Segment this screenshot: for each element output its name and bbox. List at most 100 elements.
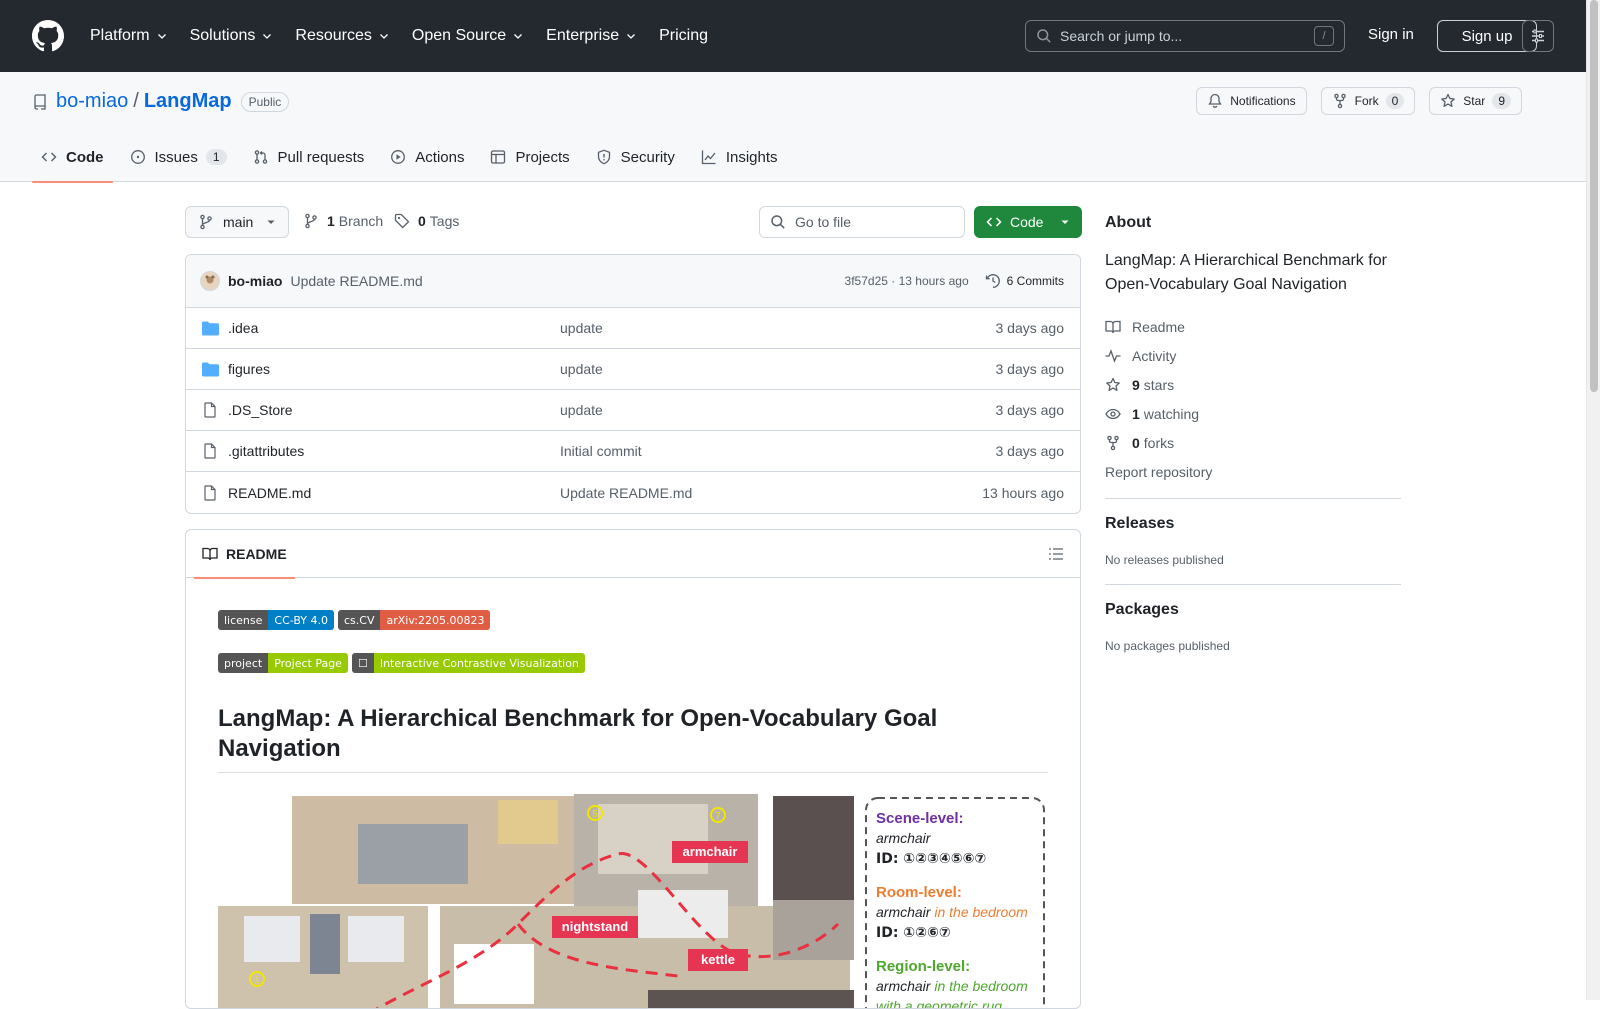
repo-owner-link[interactable]: bo-miao xyxy=(56,90,128,113)
stars-link[interactable]: 9 stars xyxy=(1105,370,1401,399)
settings-sliders-icon[interactable] xyxy=(1522,20,1554,52)
file-commit-message[interactable]: update xyxy=(560,320,603,336)
tab-code[interactable]: Code xyxy=(32,132,113,183)
tags-link[interactable]: 0 Tags xyxy=(394,213,459,229)
nav-platform[interactable]: Platform xyxy=(90,27,168,45)
badge-right: CC-BY 4.0 xyxy=(268,610,334,630)
badge-left: cs.CV xyxy=(338,610,381,630)
figure-marker: 7 xyxy=(715,811,721,822)
file-name-link[interactable]: .idea xyxy=(228,320,560,336)
star-icon xyxy=(1106,377,1120,391)
star-button[interactable]: Star 9 xyxy=(1429,87,1522,115)
report-repository-link[interactable]: Report repository xyxy=(1105,457,1401,486)
file-age: 3 days ago xyxy=(995,443,1065,459)
readme-link[interactable]: Readme xyxy=(1105,312,1401,341)
search-icon xyxy=(1037,29,1051,43)
go-to-file-input[interactable]: Go to file xyxy=(759,206,965,238)
notifications-button[interactable]: Notifications xyxy=(1196,87,1307,115)
commits-history-link[interactable]: 6 Commits xyxy=(985,273,1064,289)
figure-label: nightstand xyxy=(562,919,628,934)
fork-button[interactable]: Fork 0 xyxy=(1320,87,1416,115)
about-description: LangMap: A Hierarchical Benchmark for Op… xyxy=(1105,252,1387,293)
nav-open-source[interactable]: Open Source xyxy=(412,27,524,45)
nav-enterprise[interactable]: Enterprise xyxy=(546,27,637,45)
file-commit-message[interactable]: update xyxy=(560,402,603,418)
file-commit-message[interactable]: Initial commit xyxy=(560,443,642,459)
avatar[interactable] xyxy=(200,271,220,291)
table-row[interactable]: .DS_Store update 3 days ago xyxy=(186,390,1080,431)
readme-header: README xyxy=(186,530,1080,579)
chevron-down-icon xyxy=(627,34,636,39)
table-row[interactable]: README.md Update README.md 13 hours ago xyxy=(186,472,1080,513)
file-name-link[interactable]: README.md xyxy=(228,485,560,501)
table-row[interactable]: .idea update 3 days ago xyxy=(186,308,1080,349)
releases-heading[interactable]: Releases xyxy=(1105,515,1401,533)
star-label: Star xyxy=(1463,94,1486,108)
file-age: 13 hours ago xyxy=(982,484,1064,501)
code-download-button[interactable]: Code xyxy=(974,206,1082,238)
activity-link-label: Activity xyxy=(1132,347,1177,364)
nav-solutions[interactable]: Solutions xyxy=(190,27,274,45)
shield-icon xyxy=(597,149,610,165)
global-header: Platform Solutions Resources Open Source… xyxy=(0,0,1586,72)
file-icon xyxy=(202,402,218,418)
activity-link[interactable]: Activity xyxy=(1105,341,1401,370)
repo-actions: Notifications Fork 0 Star 9 xyxy=(1182,87,1522,115)
packages-heading[interactable]: Packages xyxy=(1105,601,1401,619)
license-badge[interactable]: license CC-BY 4.0 xyxy=(218,610,334,630)
commits-count: 6 Commits xyxy=(1006,274,1064,288)
page-scrollbar[interactable] xyxy=(1586,0,1600,1000)
nav-pricing[interactable]: Pricing xyxy=(659,27,708,45)
github-logo-icon[interactable] xyxy=(32,20,64,52)
readme-tab[interactable]: README xyxy=(194,530,295,579)
chevron-down-icon xyxy=(263,34,272,39)
releases-empty-text: No releases published xyxy=(1105,553,1224,567)
readme-badges: license CC-BY 4.0 cs.CV arXiv:2205.00823… xyxy=(218,610,589,696)
sign-in-link[interactable]: Sign in xyxy=(1368,26,1414,43)
file-commit-message[interactable]: Update README.md xyxy=(560,485,692,501)
tag-icon xyxy=(394,213,410,229)
nav-resources[interactable]: Resources xyxy=(295,27,389,45)
commit-message-link[interactable]: Update README.md xyxy=(290,273,422,289)
watchers-link[interactable]: 1 watching xyxy=(1105,399,1401,428)
tab-insights[interactable]: Insights xyxy=(692,132,787,182)
repo-title: bo-miao / LangMap Public xyxy=(32,90,290,113)
branch-icon xyxy=(305,213,317,229)
file-commit-message[interactable]: update xyxy=(560,361,603,377)
badge-left: ☐ xyxy=(351,653,374,673)
tab-actions[interactable]: Actions xyxy=(381,132,473,182)
room-level-heading: Room-level: xyxy=(876,884,962,901)
fork-label: Fork xyxy=(1354,94,1379,108)
tab-pull-requests[interactable]: Pull requests xyxy=(244,132,374,182)
nav-label: Pricing xyxy=(659,27,708,44)
visualization-badge[interactable]: ☐ Interactive Contrastive Visualization xyxy=(351,653,585,673)
global-search-input[interactable]: Search or jump to... / xyxy=(1025,20,1345,52)
forks-link[interactable]: 0 forks xyxy=(1105,428,1401,457)
repo-name-link[interactable]: LangMap xyxy=(144,90,232,113)
file-name-link[interactable]: .DS_Store xyxy=(228,402,560,418)
file-name-link[interactable]: .gitattributes xyxy=(228,443,560,459)
caret-down-icon xyxy=(1061,220,1069,224)
notifications-label: Notifications xyxy=(1230,94,1296,108)
file-table: bo-miao Update README.md 3f57d25 · 13 ho… xyxy=(185,254,1081,514)
branch-name: main xyxy=(223,214,254,230)
table-row[interactable]: .gitattributes Initial commit 3 days ago xyxy=(186,431,1080,472)
commit-hash-and-time[interactable]: 3f57d25 · 13 hours ago xyxy=(845,274,969,288)
play-icon xyxy=(391,150,406,164)
sidebar-divider xyxy=(1105,584,1401,585)
readme-tab-label: README xyxy=(226,545,287,562)
table-row[interactable]: figures update 3 days ago xyxy=(186,349,1080,390)
tab-issues[interactable]: Issues 1 xyxy=(121,132,236,182)
commit-author-link[interactable]: bo-miao xyxy=(228,273,282,289)
branch-selector[interactable]: main xyxy=(185,206,289,238)
file-name-link[interactable]: figures xyxy=(228,361,560,377)
badge-left: project xyxy=(218,653,269,673)
tab-projects[interactable]: Projects xyxy=(481,132,578,182)
project-page-badge[interactable]: project Project Page xyxy=(218,653,348,673)
svg-text:armchair in the bedroom: armchair in the bedroom xyxy=(876,904,1028,920)
arxiv-badge[interactable]: cs.CV arXiv:2205.00823 xyxy=(338,610,491,630)
branches-link[interactable]: 1 Branch xyxy=(303,213,383,229)
list-icon[interactable] xyxy=(1048,546,1064,562)
tab-security[interactable]: Security xyxy=(587,132,684,182)
scrollbar-thumb[interactable] xyxy=(1590,0,1598,392)
